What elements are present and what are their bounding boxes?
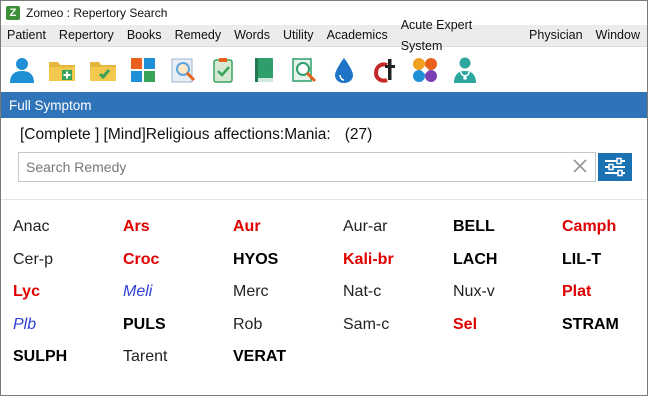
remedy-item[interactable]: Nat-c: [343, 281, 453, 314]
remedy-item[interactable]: SULPH: [13, 346, 123, 379]
ct-logo-icon: [373, 58, 395, 83]
remedy-grid: Anac Ars Aur Aur-ar BELL Camph Cer-p Cro…: [13, 216, 647, 379]
clear-icon[interactable]: [572, 158, 588, 174]
menu-physician[interactable]: Physician: [523, 25, 590, 46]
molecule-toolbar-button[interactable]: [411, 55, 439, 85]
clipboard-check-icon: [213, 57, 234, 83]
search-document-icon: [171, 58, 196, 82]
remedy-item[interactable]: Anac: [13, 216, 123, 249]
remedy-item[interactable]: Aur-ar: [343, 216, 453, 249]
remedy-item[interactable]: Meli: [123, 281, 233, 314]
title-bar: Z Zomeo : Repertory Search: [1, 1, 647, 25]
open-folder-toolbar-button[interactable]: [89, 55, 117, 85]
book-icon: [254, 57, 273, 82]
remedy-item[interactable]: Aur: [233, 216, 343, 249]
menu-acute-expert-system[interactable]: Acute Expert System: [395, 15, 523, 57]
remedy-item[interactable]: Sam-c: [343, 314, 453, 347]
remedy-item[interactable]: LACH: [453, 249, 562, 282]
book-toolbar-button[interactable]: [250, 55, 278, 85]
remedy-item[interactable]: Tarent: [123, 346, 233, 379]
menu-remedy[interactable]: Remedy: [169, 25, 229, 46]
remedy-item[interactable]: VERAT: [233, 346, 343, 379]
remedy-item[interactable]: Sel: [453, 314, 562, 347]
search-document-toolbar-button[interactable]: [169, 55, 197, 85]
remedy-item[interactable]: Camph: [562, 216, 647, 249]
folder-check-icon: [89, 61, 116, 81]
symptom-text: [Complete ] [Mind]Religious affections:M…: [20, 126, 331, 143]
new-folder-toolbar-button[interactable]: [48, 55, 76, 85]
remedy-item[interactable]: STRAM: [562, 314, 647, 347]
remedy-item[interactable]: Lyc: [13, 281, 123, 314]
user-icon: [10, 57, 34, 83]
menu-patient[interactable]: Patient: [1, 25, 53, 46]
remedy-item[interactable]: Cer-p: [13, 249, 123, 282]
drop-icon: [335, 57, 354, 83]
patient-toolbar-button[interactable]: [8, 55, 36, 85]
window-title: Zomeo : Repertory Search: [26, 6, 168, 20]
remedy-item[interactable]: HYOS: [233, 249, 343, 282]
remedy-count: (27): [344, 126, 373, 143]
search-row: [18, 152, 633, 186]
menu-window[interactable]: Window: [590, 25, 647, 46]
drop-toolbar-button[interactable]: [330, 55, 358, 85]
menu-bar: Patient Repertory Books Remedy Words Uti…: [1, 18, 647, 53]
remedy-item[interactable]: Merc: [233, 281, 343, 314]
search-box: [18, 152, 596, 182]
remedy-item[interactable]: Plb: [13, 314, 123, 347]
zomeo-logo-icon: Z: [6, 6, 20, 20]
app-window: Z Zomeo : Repertory Search Patient Reper…: [0, 0, 648, 396]
sliders-icon: [605, 157, 625, 177]
remedy-item[interactable]: BELL: [453, 216, 562, 249]
menu-utility[interactable]: Utility: [277, 25, 321, 46]
full-symptom-header: Full Symptom: [1, 92, 647, 118]
menu-books[interactable]: Books: [121, 25, 169, 46]
toolbar: [1, 47, 647, 92]
menu-words[interactable]: Words: [228, 25, 277, 46]
remedy-item[interactable]: Rob: [233, 314, 343, 347]
remedy-item[interactable]: Croc: [123, 249, 233, 282]
menu-academics[interactable]: Academics: [321, 25, 395, 46]
symptom-summary: [Complete ] [Mind]Religious affections:M…: [1, 118, 647, 152]
remedy-item[interactable]: Kali-br: [343, 249, 453, 282]
search-book-icon: [292, 57, 317, 82]
molecule-icon: [412, 57, 437, 82]
grid-tiles-icon: [130, 57, 155, 82]
doctor-icon: [454, 57, 477, 83]
filter-settings-button[interactable]: [598, 153, 632, 181]
folder-add-icon: [49, 61, 76, 81]
remedy-item[interactable]: Nux-v: [453, 281, 562, 314]
physician-toolbar-button[interactable]: [451, 55, 479, 85]
remedy-item[interactable]: Ars: [123, 216, 233, 249]
remedy-item[interactable]: LIL-T: [562, 249, 647, 282]
menu-repertory[interactable]: Repertory: [53, 25, 121, 46]
search-remedy-input[interactable]: [19, 154, 548, 180]
remedy-item[interactable]: Plat: [562, 281, 647, 314]
dashboard-toolbar-button[interactable]: [129, 55, 157, 85]
clipboard-toolbar-button[interactable]: [209, 55, 237, 85]
search-book-toolbar-button[interactable]: [290, 55, 318, 85]
panel-title: Full Symptom: [9, 97, 92, 113]
divider: [1, 199, 647, 200]
remedy-item[interactable]: PULS: [123, 314, 233, 347]
ct-toolbar-button[interactable]: [371, 55, 399, 85]
